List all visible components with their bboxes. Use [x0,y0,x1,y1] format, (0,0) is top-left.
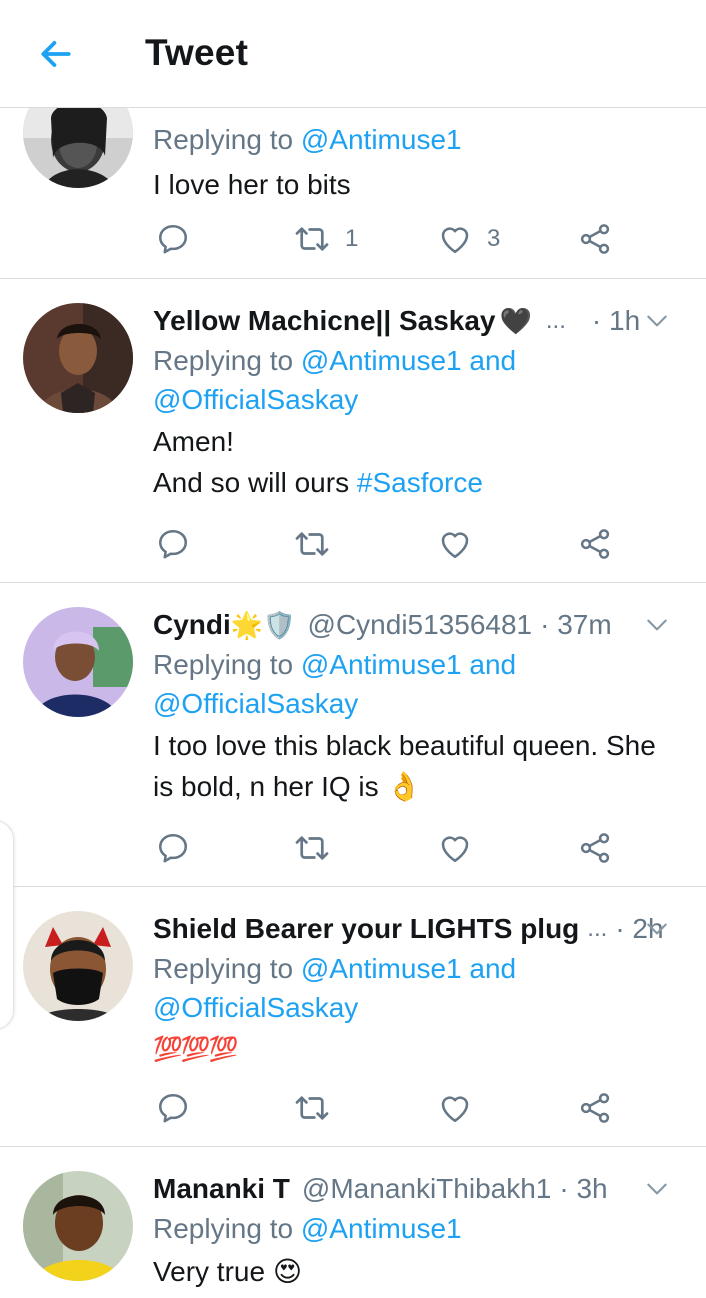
replying-to: Replying to @Antimuse1 and @OfficialSask… [153,953,517,1023]
retweet-icon [293,220,331,258]
mention-link[interactable]: @OfficialSaskay [153,688,358,719]
like-icon [437,221,473,257]
tweet-actions: 1 3 [153,214,633,264]
reply-icon [155,1090,191,1126]
user-handle[interactable]: @Cyndi51356481 [308,609,533,641]
reply-tweet[interactable]: Cyndi 🌟🛡️ @Cyndi51356481 · 37m Replying … [0,583,706,887]
reply-icon [155,526,191,562]
retweet-button[interactable] [293,1083,331,1133]
retweet-button[interactable] [293,519,331,569]
tweet-actions [153,519,633,569]
like-button[interactable] [437,1083,473,1133]
share-button[interactable] [577,823,613,873]
chevron-down-icon [644,612,670,638]
reply-tweet[interactable]: Shield Bearer your LIGHTS plug ... · 2h … [0,887,706,1147]
retweet-icon [293,829,331,867]
edge-drawer-handle[interactable] [0,820,14,1030]
avatar[interactable] [23,303,133,413]
reply-button[interactable] [155,1083,191,1133]
mention-link[interactable]: @Antimuse1 [301,124,462,155]
back-button[interactable] [34,32,78,76]
display-name[interactable]: Yellow Machicne|| Saskay [153,305,496,337]
avatar[interactable] [23,1171,133,1281]
tweet-text: 💯💯💯 [153,1036,239,1063]
avatar[interactable] [23,911,133,1021]
mention-link[interactable]: @Antimuse1 and [301,953,516,984]
chevron-down-icon [644,308,670,334]
retweet-count: 1 [345,225,359,252]
like-icon [437,830,473,866]
replying-to: Replying to @Antimuse1 and @OfficialSask… [153,649,517,719]
reply-button[interactable] [155,823,191,873]
replying-to: Replying to @Antimuse1 [153,124,462,155]
like-button[interactable] [437,519,473,569]
like-icon [437,526,473,562]
timestamp[interactable]: · 37m [540,609,612,641]
reply-tweet[interactable]: Mananki T @ManankiThibakh1 · 3h Replying… [0,1147,706,1298]
tweet-actions [153,1083,633,1133]
hashtag-link[interactable]: #Sasforce [357,467,483,498]
tweet-actions [153,823,633,873]
tweet-header: Shield Bearer your LIGHTS plug ... · 2h [153,909,686,949]
retweet-button[interactable]: 1 [293,214,358,264]
share-icon [577,221,613,257]
tweet-menu-button[interactable] [642,1169,672,1209]
mention-link[interactable]: @OfficialSaskay [153,384,358,415]
chevron-down-icon [644,1176,670,1202]
display-name[interactable]: Shield Bearer your LIGHTS plug [153,913,579,945]
retweet-icon [293,1089,331,1127]
name-ellipsis: ... [545,307,566,334]
share-button[interactable] [577,519,613,569]
reply-button[interactable] [155,519,191,569]
reply-tweet[interactable]: Yellow Machicne|| Saskay 🖤 ... · 1h Repl… [0,279,706,583]
display-name[interactable]: Cyndi [153,609,231,641]
mention-link[interactable]: @Antimuse1 and [301,649,516,680]
tweet-text: I love her to bits [153,169,351,200]
share-icon [577,830,613,866]
tweet-menu-button[interactable] [642,909,672,949]
display-name[interactable]: Mananki T [153,1173,290,1205]
reply-button[interactable] [155,214,191,264]
avatar[interactable] [23,607,133,717]
reply-icon [155,221,191,257]
name-emoji: 🖤 [499,305,532,336]
tweet-header: Cyndi 🌟🛡️ @Cyndi51356481 · 37m [153,605,686,645]
like-icon [437,1090,473,1126]
name-ellipsis: ... [587,915,608,942]
like-button[interactable]: 3 [437,214,500,264]
like-count: 3 [487,225,501,252]
tweet-menu-button[interactable] [642,301,672,341]
retweet-button[interactable] [293,823,331,873]
mention-link[interactable]: @Antimuse1 and [301,345,516,376]
reply-icon [155,830,191,866]
tweet-text: Very true 😍 [153,1256,303,1287]
reply-tweet[interactable]: Replying to @Antimuse1 I love her to bit… [0,78,706,279]
page-title: Tweet [145,32,249,73]
tweet-text: Amen! And so will ours #Sasforce [153,426,483,498]
name-emoji: 🌟🛡️ [230,609,296,640]
share-button[interactable] [577,214,613,264]
tweet-menu-button[interactable] [642,605,672,645]
share-icon [577,1090,613,1126]
user-handle[interactable]: @ManankiThibakh1 [302,1173,551,1205]
like-button[interactable] [437,823,473,873]
mention-link[interactable]: @Antimuse1 [301,1213,462,1244]
retweet-icon [293,525,331,563]
tweet-text: I too love this black beautiful queen. S… [153,730,656,802]
heart-eyes-emoji: 😍 [272,1256,303,1287]
tweet-header: Yellow Machicne|| Saskay 🖤 ... · 1h [153,301,686,341]
timestamp[interactable]: · 1h [592,305,640,337]
share-icon [577,526,613,562]
share-button[interactable] [577,1083,613,1133]
ok-hand-emoji: 👌 [386,771,422,802]
replying-to: Replying to @Antimuse1 [153,1213,462,1244]
chevron-down-icon [644,916,670,942]
back-arrow-icon [41,41,71,67]
timestamp[interactable]: · 3h [559,1173,607,1205]
replying-to: Replying to @Antimuse1 and @OfficialSask… [153,345,517,415]
mention-link[interactable]: @OfficialSaskay [153,992,358,1023]
tweet-header: Mananki T @ManankiThibakh1 · 3h [153,1169,686,1209]
top-app-bar: Tweet [0,0,706,108]
